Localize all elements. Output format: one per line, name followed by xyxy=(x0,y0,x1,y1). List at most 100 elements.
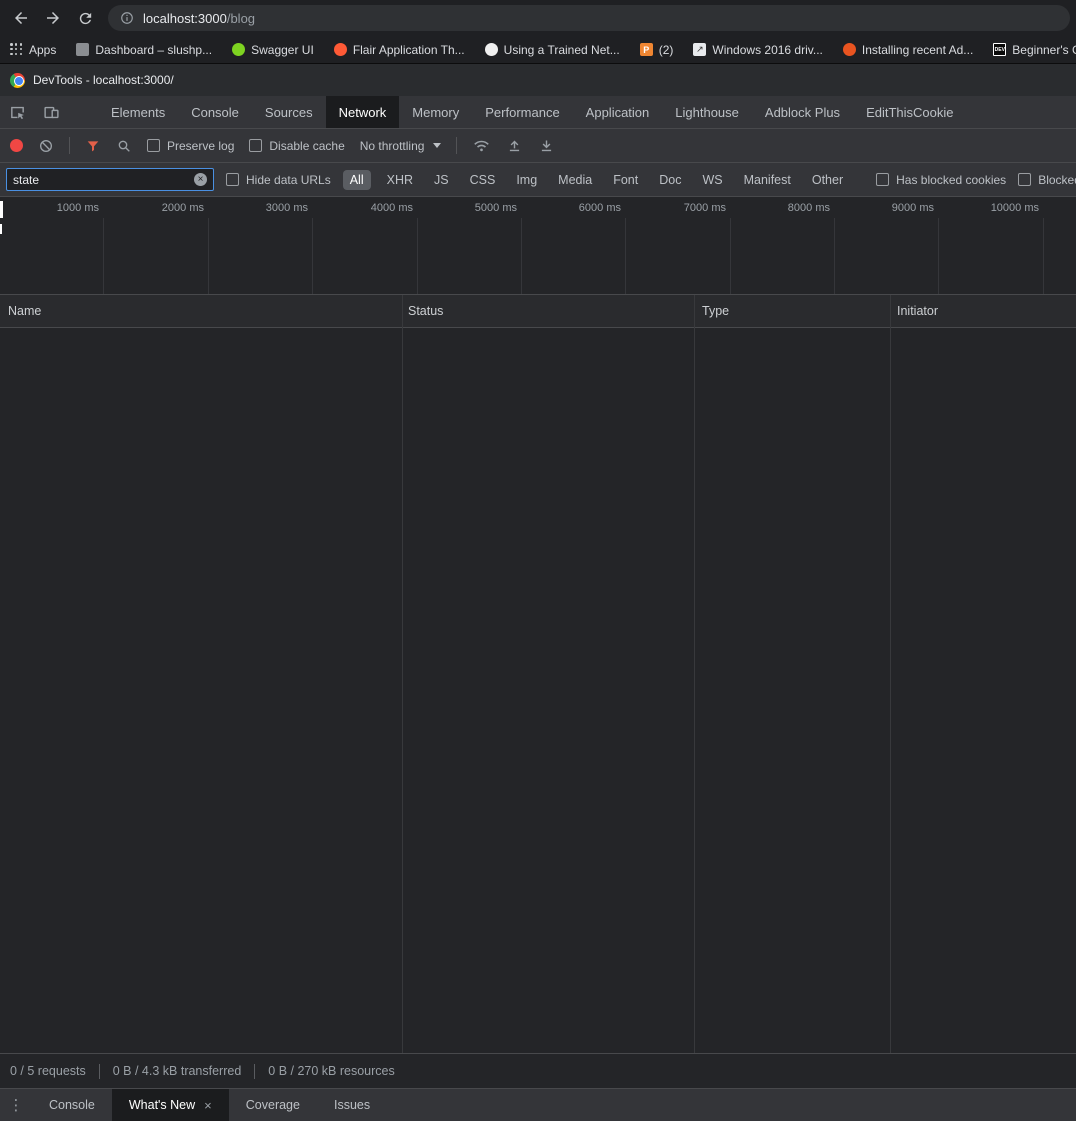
filter-type-css[interactable]: CSS xyxy=(465,170,501,190)
timeline-gridline xyxy=(625,218,626,294)
timeline-left-handle[interactable] xyxy=(0,201,3,218)
disable-cache-checkbox[interactable] xyxy=(249,139,263,152)
bookmark-label: Windows 2016 driv... xyxy=(712,42,823,57)
filter-funnel-icon[interactable] xyxy=(85,138,101,154)
disable-cache-label[interactable]: Disable cache xyxy=(269,139,344,153)
import-har-icon[interactable] xyxy=(506,137,523,154)
tab-application[interactable]: Application xyxy=(573,96,663,128)
blocked-requests-group: Blocked xyxy=(1018,173,1076,187)
filter-input[interactable] xyxy=(13,172,190,187)
bookmark-item[interactable]: Swagger UI xyxy=(232,43,314,57)
tab-lighthouse[interactable]: Lighthouse xyxy=(662,96,752,128)
url-text: localhost:3000/blog xyxy=(143,11,255,26)
back-icon[interactable] xyxy=(6,3,36,33)
timeline-tick-label: 3000 ms xyxy=(265,202,308,214)
column-divider[interactable] xyxy=(694,295,695,1053)
filter-type-all[interactable]: All xyxy=(342,169,371,190)
column-header-status[interactable]: Status xyxy=(408,295,443,327)
throttling-value: No throttling xyxy=(359,138,425,153)
column-header-initiator[interactable]: Initiator xyxy=(897,295,938,327)
timeline-left-handle-small[interactable] xyxy=(0,224,2,234)
tab-sources[interactable]: Sources xyxy=(252,96,326,128)
bookmark-item[interactable]: Beginner's G xyxy=(993,43,1076,57)
hide-data-urls-checkbox[interactable] xyxy=(226,173,239,186)
network-status-bar: 0 / 5 requests 0 B / 4.3 kB transferred … xyxy=(0,1053,1076,1088)
export-har-icon[interactable] xyxy=(538,137,555,154)
filter-type-img[interactable]: Img xyxy=(511,170,542,190)
blocked-requests-checkbox[interactable] xyxy=(1018,173,1032,186)
tab-console[interactable]: Console xyxy=(178,96,252,128)
swagger-favicon xyxy=(232,43,246,56)
devtools-tabbar: Elements Console Sources Network Memory … xyxy=(0,96,1076,129)
timeline-tick-label: 9000 ms xyxy=(891,202,934,214)
has-blocked-cookies-group: Has blocked cookies xyxy=(876,173,1006,187)
filter-type-xhr[interactable]: XHR xyxy=(382,170,418,190)
column-divider[interactable] xyxy=(402,295,403,1053)
tab-memory[interactable]: Memory xyxy=(399,96,472,128)
bookmark-item[interactable]: Flair Application Th... xyxy=(333,43,465,57)
search-icon[interactable] xyxy=(116,138,132,154)
column-header-type[interactable]: Type xyxy=(702,295,729,327)
timeline-tick-label: 1000 ms xyxy=(56,202,99,214)
has-blocked-cookies-label[interactable]: Has blocked cookies xyxy=(896,173,1006,187)
bookmark-item[interactable]: Using a Trained Net... xyxy=(484,42,620,57)
flair-favicon xyxy=(333,43,347,56)
chevron-down-icon xyxy=(433,143,442,148)
preserve-log-label[interactable]: Preserve log xyxy=(167,139,234,153)
bookmark-item[interactable]: Windows 2016 driv... xyxy=(693,43,823,57)
toolbar-divider xyxy=(456,137,458,154)
tab-adblock-plus[interactable]: Adblock Plus xyxy=(752,96,853,128)
address-bar[interactable]: localhost:3000/blog xyxy=(108,5,1070,31)
drawer-tab-whats-new[interactable]: What's New xyxy=(111,1089,229,1121)
reload-icon[interactable] xyxy=(70,3,100,33)
apps-label: Apps xyxy=(29,42,57,57)
column-divider[interactable] xyxy=(890,295,891,1053)
bookmark-label: Using a Trained Net... xyxy=(503,42,620,57)
clear-network-log-icon[interactable] xyxy=(38,138,54,154)
disable-cache-group: Disable cache xyxy=(249,139,345,153)
throttling-select[interactable]: No throttling xyxy=(360,139,442,153)
filter-type-other[interactable]: Other xyxy=(807,170,848,190)
url-host: localhost:3000 xyxy=(143,10,227,26)
preserve-log-checkbox[interactable] xyxy=(147,139,160,152)
device-toolbar-icon[interactable] xyxy=(34,96,68,128)
filter-type-font[interactable]: Font xyxy=(608,170,643,190)
page-info-icon[interactable] xyxy=(120,11,134,25)
blocked-requests-label[interactable]: Blocked xyxy=(1038,173,1076,187)
drawer-tab-issues[interactable]: Issues xyxy=(317,1089,387,1121)
column-header-name[interactable]: Name xyxy=(8,295,41,327)
bookmark-label: Installing recent Ad... xyxy=(861,42,974,57)
tab-elements[interactable]: Elements xyxy=(98,96,178,128)
hide-data-urls-label[interactable]: Hide data URLs xyxy=(246,173,331,187)
filter-type-js[interactable]: JS xyxy=(429,170,454,190)
clear-filter-icon[interactable] xyxy=(194,173,207,186)
url-path: /blog xyxy=(226,10,256,26)
filter-type-manifest[interactable]: Manifest xyxy=(739,170,796,190)
timeline-tick-label: 2000 ms xyxy=(161,202,204,214)
network-conditions-icon[interactable] xyxy=(472,136,491,155)
apps-shortcut[interactable]: Apps xyxy=(10,43,56,57)
bookmark-item[interactable]: Installing recent Ad... xyxy=(842,42,974,57)
ubuntu-favicon xyxy=(842,43,856,56)
filter-type-ws[interactable]: WS xyxy=(697,170,727,190)
resources-size: 0 B / 270 kB resources xyxy=(268,1064,395,1078)
inspect-element-icon[interactable] xyxy=(0,96,34,128)
forward-icon[interactable] xyxy=(38,3,68,33)
tab-network[interactable]: Network xyxy=(325,96,400,128)
filter-type-doc[interactable]: Doc xyxy=(654,170,686,190)
bookmark-item[interactable]: Dashboard – slushp... xyxy=(76,43,212,57)
drawer-tab-coverage[interactable]: Coverage xyxy=(229,1089,317,1121)
toolbar-divider xyxy=(69,137,70,154)
bookmark-item[interactable]: (2) xyxy=(639,43,673,57)
tab-performance[interactable]: Performance xyxy=(472,96,572,128)
has-blocked-cookies-checkbox[interactable] xyxy=(876,173,890,186)
tab-editthiscookie[interactable]: EditThisCookie xyxy=(853,96,966,128)
preserve-log-group: Preserve log xyxy=(147,139,234,153)
bookmarks-bar: Apps Dashboard – slushp... Swagger UI Fl… xyxy=(0,36,1076,63)
drawer-menu-icon[interactable] xyxy=(0,1089,32,1121)
close-icon[interactable] xyxy=(204,1099,212,1112)
timeline-tick-label: 7000 ms xyxy=(683,202,726,214)
record-network-log-icon[interactable] xyxy=(10,139,23,152)
filter-type-media[interactable]: Media xyxy=(553,170,597,190)
drawer-tab-console[interactable]: Console xyxy=(32,1089,112,1121)
